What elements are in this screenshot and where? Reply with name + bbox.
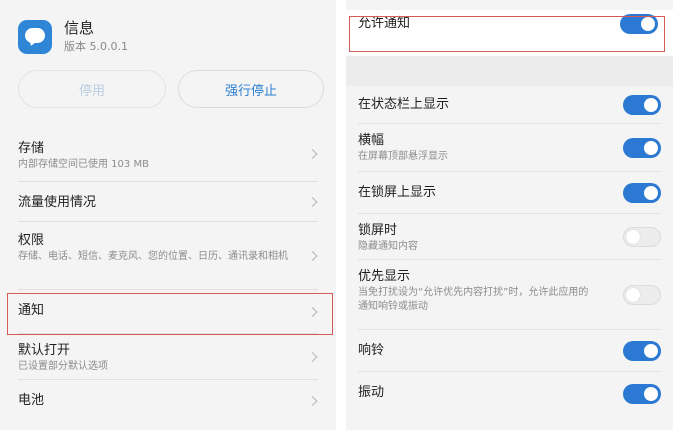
setting-title: 横幅 [358, 133, 385, 148]
setting-subtitle: 隐藏通知内容 [358, 241, 418, 252]
messages-app-icon [18, 20, 52, 54]
toggle-knob [644, 185, 658, 200]
lock-screen-display-row[interactable]: 在锁屏上显示 [358, 172, 661, 214]
vibration-toggle[interactable] [623, 384, 661, 404]
setting-title: 在锁屏上显示 [358, 185, 437, 200]
notifications-highlight-box [7, 293, 333, 335]
list-item-title: 流量使用情况 [18, 195, 97, 210]
disable-button[interactable]: 停用 [18, 70, 166, 108]
ringtone-toggle[interactable] [623, 340, 661, 361]
toggle-knob [626, 229, 640, 244]
notification-options-list: 在状态栏上显示 横幅 在屏幕顶部悬浮显示 在锁屏上显示 锁屏时 隐藏通知内容 优… [346, 86, 673, 416]
toggle-knob [644, 387, 658, 401]
setting-title: 在状态栏上显示 [358, 97, 450, 112]
on-lock-screen-row[interactable]: 锁屏时 隐藏通知内容 [358, 214, 661, 260]
setting-title: 锁屏时 [358, 223, 398, 238]
lock-screen-display-toggle[interactable] [623, 182, 661, 203]
screen-divider [336, 0, 346, 430]
app-info-screen: 信息 版本 5.0.0.1 停用 强行停止 存储 内部存储空间已使用 103 M… [0, 0, 336, 430]
list-item-title: 电池 [18, 393, 45, 408]
setting-title: 响铃 [358, 343, 385, 358]
app-version: 版本 5.0.0.1 [64, 40, 128, 53]
setting-subtitle: 当免打扰设为“允许优先内容打扰”时，允许此应用的通知响铃或振动 [358, 287, 589, 312]
allow-notifications-highlight-box [349, 16, 665, 52]
banner-toggle[interactable] [623, 137, 661, 158]
notification-settings-screen: 允许通知 在状态栏上显示 横幅 在屏幕顶部悬浮显示 在锁屏上显示 锁屏时 隐藏通… [346, 0, 673, 430]
toggle-knob [644, 140, 658, 155]
chevron-right-icon [307, 250, 318, 261]
app-name: 信息 [64, 19, 95, 37]
list-item-title: 存储 [18, 141, 45, 156]
priority-display-toggle[interactable] [623, 284, 661, 305]
toggle-knob [644, 97, 658, 112]
list-item-subtitle: 存储、电话、短信、麦克风、您的位置、日历、通讯录和相机 [18, 251, 288, 262]
status-bar-toggle[interactable] [623, 94, 661, 115]
setting-title: 优先显示 [358, 269, 411, 284]
list-item-title: 默认打开 [18, 343, 71, 358]
list-item-subtitle: 已设置部分默认选项 [18, 361, 108, 372]
priority-display-row[interactable]: 优先显示 当免打扰设为“允许优先内容打扰”时，允许此应用的通知响铃或振动 [358, 260, 661, 330]
storage-item[interactable]: 存储 内部存储空间已使用 103 MB [18, 126, 318, 182]
banner-row[interactable]: 横幅 在屏幕顶部悬浮显示 [358, 124, 661, 172]
list-item-title: 权限 [18, 233, 45, 248]
toggle-knob [644, 343, 658, 358]
toggle-knob [626, 287, 640, 302]
app-settings-list: 存储 内部存储空间已使用 103 MB 流量使用情况 权限 存储、电话、短信、麦… [0, 126, 336, 422]
setting-subtitle: 在屏幕顶部悬浮显示 [358, 151, 448, 162]
battery-item[interactable]: 电池 [18, 380, 318, 422]
app-header: 信息 版本 5.0.0.1 [18, 18, 128, 62]
status-bar-row[interactable]: 在状态栏上显示 [358, 86, 661, 124]
open-by-default-item[interactable]: 默认打开 已设置部分默认选项 [18, 334, 318, 380]
data-usage-item[interactable]: 流量使用情况 [18, 182, 318, 222]
force-stop-button[interactable]: 强行停止 [178, 70, 324, 108]
permissions-item[interactable]: 权限 存储、电话、短信、麦克风、您的位置、日历、通讯录和相机 [18, 222, 318, 290]
app-meta: 信息 版本 5.0.0.1 [64, 18, 128, 56]
section-spacer [346, 56, 673, 86]
ringtone-row[interactable]: 响铃 [358, 330, 661, 372]
list-item-subtitle: 内部存储空间已使用 103 MB [18, 159, 149, 170]
setting-title: 振动 [358, 385, 385, 400]
hide-content-toggle[interactable] [623, 226, 661, 247]
vibration-row[interactable]: 振动 [358, 372, 661, 416]
